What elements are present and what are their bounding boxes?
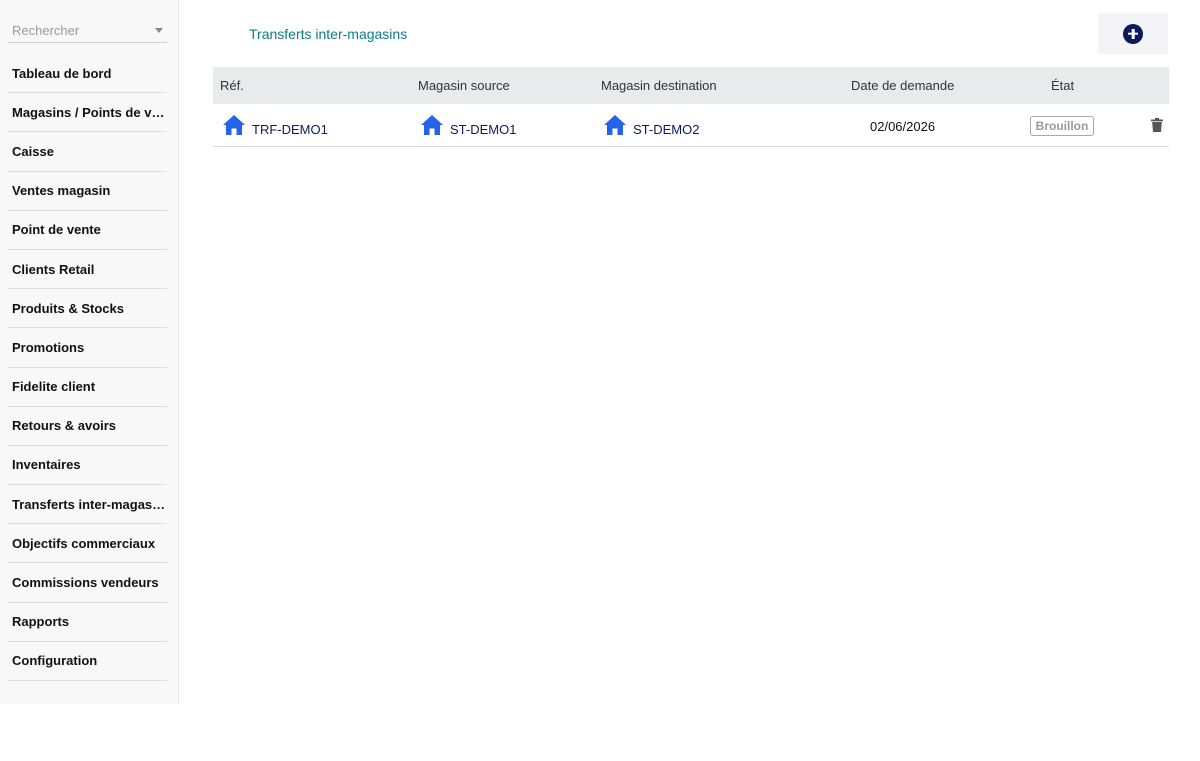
sidebar-item-fidelite-client[interactable]: Fidelite client [8,368,167,407]
sidebar-item-ventes-magasin[interactable]: Ventes magasin [8,172,167,211]
search-box[interactable] [8,18,167,43]
sidebar-menu: Tableau de bord Magasins / Points de ven… [8,54,167,681]
sidebar-item-clients-retail[interactable]: Clients Retail [8,250,167,290]
source-link[interactable]: ST-DEMO1 [450,123,516,136]
sidebar-item-objectifs[interactable]: Objectifs commerciaux [8,524,167,564]
home-icon [223,115,245,135]
sidebar-item-commissions[interactable]: Commissions vendeurs [8,563,167,603]
column-header-ref[interactable]: Réf. [220,78,244,93]
source-cell[interactable]: ST-DEMO1 [420,114,516,136]
sidebar-item-configuration[interactable]: Configuration [8,642,167,681]
home-icon [604,115,626,135]
plus-circle-icon [1123,23,1143,44]
column-header-status[interactable]: État [1051,78,1074,93]
sidebar: Tableau de bord Magasins / Points de ven… [0,0,179,704]
ref-link[interactable]: TRF-DEMO1 [252,123,328,136]
trash-icon[interactable] [1151,118,1163,132]
add-transfer-button[interactable] [1098,13,1168,54]
column-header-destination[interactable]: Magasin destination [601,78,717,93]
column-header-source[interactable]: Magasin source [418,78,510,93]
destination-cell[interactable]: ST-DEMO2 [603,114,699,136]
sidebar-item-produits-stocks[interactable]: Produits & Stocks [8,289,167,329]
sidebar-item-caisse[interactable]: Caisse [8,132,167,172]
sidebar-item-tableau-de-bord[interactable]: Tableau de bord [8,54,167,94]
table-header: Réf. Magasin source Magasin destination … [213,67,1169,104]
request-date: 02/06/2026 [870,119,936,134]
table-row[interactable]: TRF-DEMO1 ST-DEMO1 ST-DEMO2 02/06/2026 B… [213,104,1169,147]
sidebar-item-rapports[interactable]: Rapports [8,603,167,642]
status-badge: Brouillon [1030,116,1094,136]
sidebar-item-transferts[interactable]: Transferts inter-magasins [8,485,167,525]
sidebar-item-point-de-vente[interactable]: Point de vente [8,211,167,250]
chevron-down-icon[interactable] [155,28,163,33]
sidebar-item-inventaires[interactable]: Inventaires [8,446,167,486]
transfers-table: Réf. Magasin source Magasin destination … [213,67,1169,147]
sidebar-item-magasins[interactable]: Magasins / Points de vente [8,93,167,133]
sidebar-item-retours-avoirs[interactable]: Retours & avoirs [8,407,167,446]
home-icon [421,115,443,135]
ref-cell[interactable]: TRF-DEMO1 [222,114,328,136]
destination-link[interactable]: ST-DEMO2 [633,123,699,136]
search-input[interactable] [8,22,148,38]
sidebar-item-promotions[interactable]: Promotions [8,328,167,368]
column-header-date[interactable]: Date de demande [851,78,954,93]
page-title: Transferts inter-magasins [249,26,408,42]
